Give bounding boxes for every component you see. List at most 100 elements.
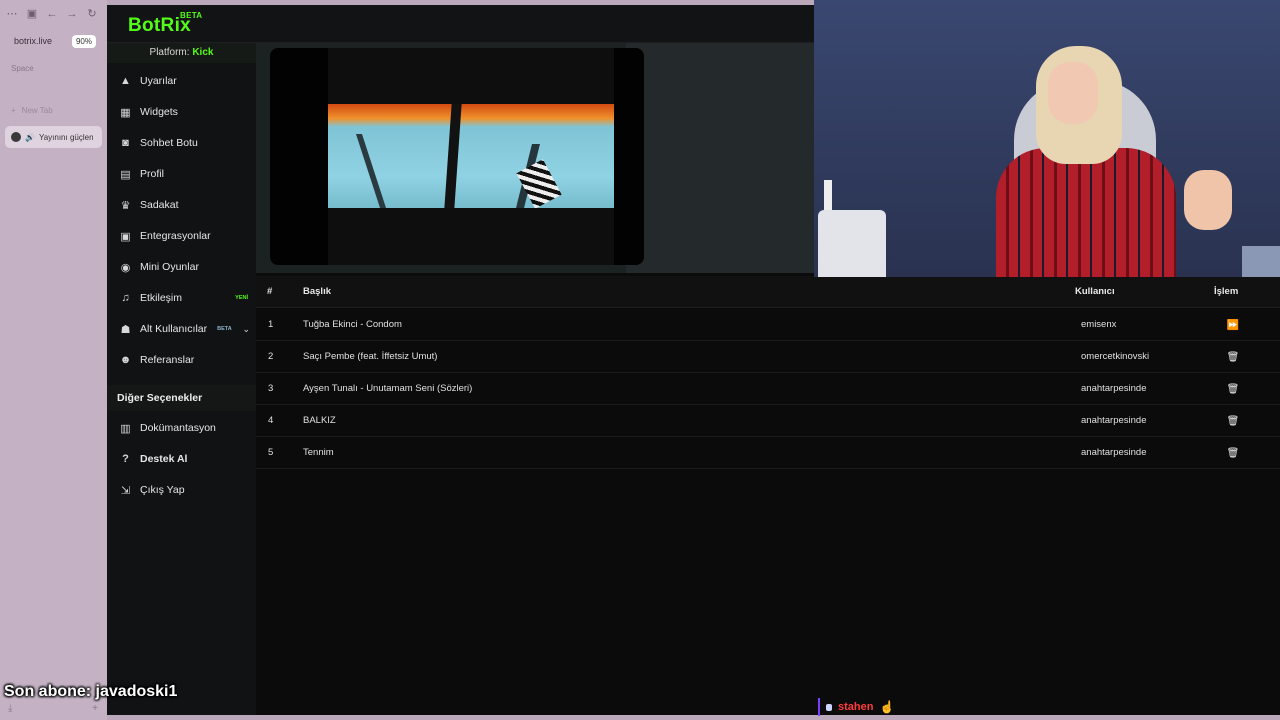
col-title: Başlık	[303, 286, 331, 297]
hero-backdrop	[626, 43, 816, 273]
zoom-badge[interactable]: 90%	[71, 34, 96, 48]
space-label: Space	[11, 64, 34, 73]
url-host: botrix.live	[14, 36, 53, 46]
chat-username: stahen	[838, 701, 874, 713]
sidebar-item-profil[interactable]: ▤ Profil	[107, 160, 256, 188]
sidebar-item-alt-kullanicilar[interactable]: ☗ Alt Kullanıcılar BETA ⌄	[107, 315, 256, 343]
sidebar-item-label: Sohbet Botu	[140, 137, 198, 149]
sidebar-item-cikis-yap[interactable]: ⇲ Çıkış Yap	[107, 476, 256, 504]
forward-icon[interactable]: →	[66, 8, 78, 20]
platform-prefix: Platform:	[149, 47, 190, 58]
trash-icon[interactable]: 🗑	[1221, 341, 1245, 373]
tumbler-cup	[818, 210, 886, 277]
more-icon[interactable]: ⋯	[6, 7, 18, 20]
chat-user-tag: stahen ☝	[818, 698, 894, 716]
sidebar-item-label: Uyarılar	[140, 75, 177, 87]
top-bar: BotRix BETA	[107, 5, 814, 43]
sidebar-item-uyarilar[interactable]: ▲ Uyarılar	[107, 67, 256, 95]
row-title: Tuğba Ekinci - Condom	[303, 319, 402, 330]
row-number: 1	[268, 319, 274, 330]
warning-icon: ▲	[120, 75, 131, 87]
row-user: anahtarpesinde	[1081, 447, 1147, 458]
sidebar-item-label: Profil	[140, 168, 164, 180]
plug-icon: ▣	[120, 230, 131, 243]
sidebar-item-entegrasyonlar[interactable]: ▣ Entegrasyonlar	[107, 222, 256, 250]
trash-icon[interactable]: 🗑	[1221, 373, 1245, 405]
section-title-other-options: Diğer Seçenekler	[107, 385, 256, 411]
sidebar-item-widgets[interactable]: ▦ Widgets	[107, 98, 256, 126]
row-number: 4	[268, 415, 274, 426]
table-row: 4 BALKIZ anahtarpesinde 🗑	[256, 405, 1280, 437]
sidebar-item-mini-oyunlar[interactable]: ◉ Mini Oyunlar	[107, 253, 256, 281]
platform-name: Kick	[192, 47, 214, 58]
browser-toolbar: ⋯ ▣ ← → ↻	[6, 7, 98, 21]
row-user: anahtarpesinde	[1081, 415, 1147, 426]
sidebar-item-etkilesim[interactable]: ♫ Etkileşim YENİ	[107, 284, 256, 312]
add-icon[interactable]: +	[92, 703, 98, 714]
row-number: 2	[268, 351, 274, 362]
col-user: Kullanıcı	[1075, 286, 1115, 297]
id-card-icon: ▤	[120, 168, 131, 181]
mouse-cursor-icon: ☝	[879, 700, 895, 714]
streamer-shirt	[996, 148, 1176, 277]
trash-icon[interactable]: 🗑	[1221, 437, 1245, 469]
row-title: Saçı Pembe (feat. İffetsiz Umut)	[303, 351, 438, 362]
sidebar-item-label: Destek Al	[140, 453, 188, 465]
sidebar-item-referanslar[interactable]: ☻ Referanslar	[107, 346, 256, 374]
sidebar: Platform: Kick ▲ Uyarılar ▦ Widgets ◙ So…	[107, 43, 256, 715]
sidebar-item-label: Widgets	[140, 106, 178, 118]
video-thumbnail	[328, 104, 614, 208]
sidebar-item-label: Etkileşim	[140, 292, 183, 304]
streamer-hand	[1184, 170, 1232, 230]
new-badge: YENİ	[235, 295, 248, 301]
address-bar[interactable]: botrix.live 90%	[6, 32, 96, 50]
gamepad-icon: ◉	[120, 261, 131, 274]
speaker-icon[interactable]: 🔊	[25, 133, 35, 142]
user-badge-icon	[826, 703, 832, 711]
logout-icon: ⇲	[120, 484, 131, 497]
sidebar-item-label: Çıkış Yap	[140, 484, 185, 496]
users-icon: ☗	[120, 323, 131, 336]
new-tab-button[interactable]: + New Tab	[11, 106, 53, 115]
webcam-overlay	[814, 0, 1280, 277]
sidebar-item-destek-al[interactable]: ? Destek Al	[107, 445, 256, 473]
question-icon: ?	[122, 453, 129, 465]
download-icon[interactable]: ⤓	[8, 703, 12, 714]
col-action: İşlem	[1214, 286, 1239, 297]
robot-icon: ◙	[122, 137, 129, 149]
skip-icon[interactable]: ⏩	[1221, 309, 1245, 341]
background-box	[1242, 246, 1280, 277]
tab-title: Yayınını güçlen	[38, 132, 93, 142]
plus-icon: +	[11, 106, 16, 115]
new-tab-label: New Tab	[21, 106, 53, 115]
sidebar-item-label: Mini Oyunlar	[140, 261, 199, 273]
sidebar-item-dokumantasyon[interactable]: ▥ Dokümantasyon	[107, 414, 256, 442]
streamer-face	[1048, 62, 1098, 124]
video-player[interactable]	[270, 48, 644, 265]
sidebar-toggle-icon[interactable]: ▣	[26, 7, 38, 20]
trash-icon[interactable]: 🗑	[1221, 405, 1245, 437]
logo[interactable]: BotRix BETA	[128, 11, 202, 37]
trophy-icon: ♛	[120, 199, 131, 212]
grid-icon: ▦	[120, 106, 131, 119]
table-row: 5 Tennim anahtarpesinde 🗑	[256, 437, 1280, 469]
sidebar-item-sohbet-botu[interactable]: ◙ Sohbet Botu	[107, 129, 256, 157]
sidebar-item-label: Sadakat	[140, 199, 179, 211]
music-icon: ♫	[121, 292, 130, 304]
logo-badge: BETA	[180, 11, 203, 20]
browser-bottom-bar: ⤓ +	[8, 703, 98, 714]
row-user: emisenx	[1081, 319, 1117, 330]
sidebar-item-label: Dokümantasyon	[140, 422, 216, 434]
table-row: 3 Ayşen Tunalı - Unutamam Seni (Sözleri)…	[256, 373, 1280, 405]
reload-icon[interactable]: ↻	[86, 7, 98, 20]
active-tab[interactable]: 🔊 Yayınını güçlen	[5, 126, 102, 148]
chevron-down-icon[interactable]: ⌄	[242, 324, 250, 335]
favicon-icon	[11, 132, 21, 142]
sidebar-item-sadakat[interactable]: ♛ Sadakat	[107, 191, 256, 219]
row-title: BALKIZ	[303, 415, 336, 426]
user-group-icon: ☻	[119, 354, 132, 366]
back-icon[interactable]: ←	[46, 8, 58, 20]
row-title: Ayşen Tunalı - Unutamam Seni (Sözleri)	[303, 383, 473, 394]
document-icon: ▥	[120, 422, 131, 435]
table-row: 2 Saçı Pembe (feat. İffetsiz Umut) omerc…	[256, 341, 1280, 373]
